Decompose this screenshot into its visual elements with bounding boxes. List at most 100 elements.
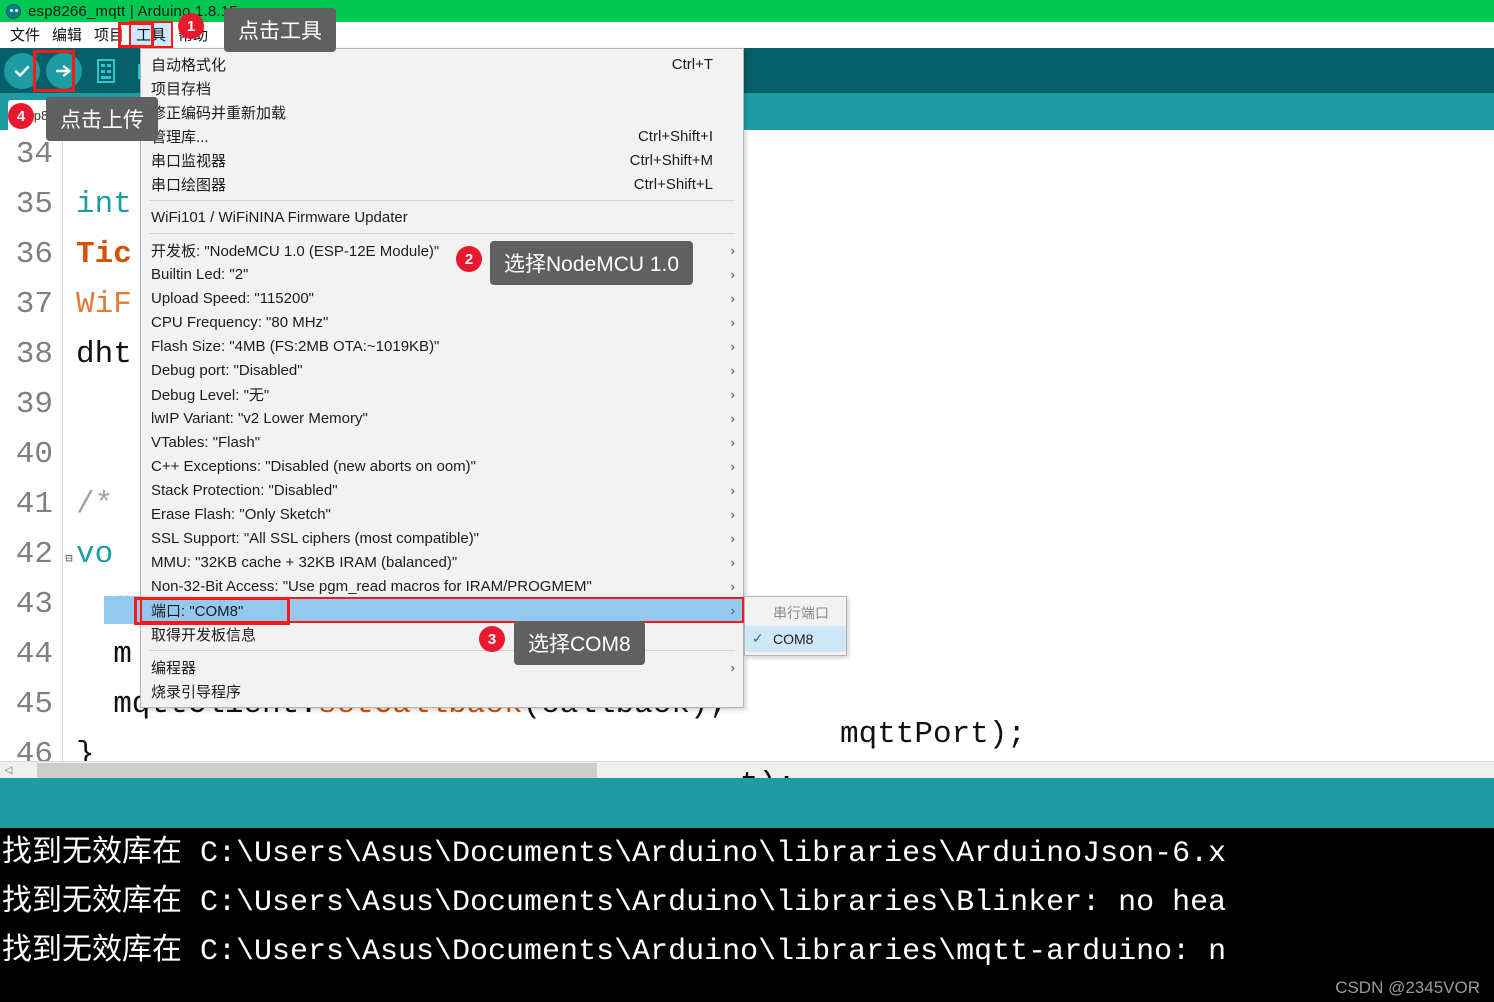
menu-item-label: lwIP Variant: "v2 Lower Memory" [151, 409, 368, 427]
highlight-box-tools-menu [118, 22, 154, 48]
menu-item[interactable]: Upload Speed: "115200" › [141, 286, 743, 310]
line-number: 37 [15, 287, 53, 322]
menu-item-label: 自动格式化 [151, 56, 227, 74]
checkmark-icon: ✓ [752, 630, 764, 646]
menu-item-file[interactable]: 文件 [4, 22, 46, 47]
menu-item[interactable]: 取得开发板信息 [141, 622, 743, 646]
menu-item[interactable]: Debug port: "Disabled" › [141, 358, 743, 382]
highlight-box-port-item [134, 597, 290, 625]
window-title: esp8266_mqtt | Arduino 1.8.15 [28, 2, 238, 20]
menu-item-label: 修正编码并重新加载 [151, 104, 287, 122]
menu-item[interactable]: VTables: "Flash" › [141, 430, 743, 454]
menu-item-label: Flash Size: "4MB (FS:2MB OTA:~1019KB)" [151, 337, 440, 355]
scroll-left-icon[interactable]: ◁ [0, 762, 17, 779]
menu-item-label: Erase Flash: "Only Sketch" [151, 505, 331, 523]
chevron-right-icon: › [730, 242, 735, 258]
line-number: 38 [15, 337, 53, 372]
menu-separator [149, 650, 735, 651]
console-line: 找到无效库在 C:\Users\Asus\Documents\Arduino\l… [2, 935, 1227, 969]
menu-item-label: CPU Frequency: "80 MHz" [151, 313, 329, 331]
chevron-right-icon: › [730, 362, 735, 378]
console-line: 找到无效库在 C:\Users\Asus\Documents\Arduino\l… [2, 837, 1227, 871]
menu-item-shortcut: Ctrl+T [671, 55, 713, 73]
line-number: 41 [15, 487, 53, 522]
menu-item-shortcut: Ctrl+Shift+M [629, 151, 713, 169]
menu-separator [149, 200, 735, 201]
menu-item-label: Non-32-Bit Access: "Use pgm_read macros … [151, 577, 592, 595]
menu-item[interactable]: 修正编码并重新加载 [141, 100, 743, 124]
badge-4: 4 [8, 103, 34, 129]
menu-item[interactable]: Non-32-Bit Access: "Use pgm_read macros … [141, 574, 743, 598]
line-number: 45 [15, 687, 53, 722]
menu-item-label: SSL Support: "All SSL ciphers (most comp… [151, 529, 480, 547]
chevron-right-icon: › [730, 506, 735, 522]
callout-2: 选择NodeMCU 1.0 [490, 241, 694, 285]
menu-item[interactable]: C++ Exceptions: "Disabled (new aborts on… [141, 454, 743, 478]
menu-item[interactable]: CPU Frequency: "80 MHz" › [141, 310, 743, 334]
menu-item[interactable]: 管理库... Ctrl+Shift+I [141, 124, 743, 148]
menu-item[interactable]: MMU: "32KB cache + 32KB IRAM (balanced)"… [141, 550, 743, 574]
menu-item[interactable]: WiFi101 / WiFiNINA Firmware Updater [141, 205, 743, 229]
port-submenu[interactable]: 串行端口 ✓ COM8 [744, 596, 847, 656]
watermark: CSDN @2345VOR [1335, 978, 1480, 997]
menu-item[interactable]: Debug Level: "无" › [141, 382, 743, 406]
console-line: 找到无效库在 C:\Users\Asus\Documents\Arduino\l… [2, 886, 1227, 920]
chevron-right-icon: › [730, 386, 735, 402]
code-text-overflow: mqttPort); [840, 717, 1027, 752]
menu-item-label: 串口绘图器 [151, 176, 227, 194]
code-text-overflow: t); [740, 760, 796, 778]
menu-item-label: Upload Speed: "115200" [151, 289, 315, 307]
scrollbar-thumb[interactable] [37, 762, 597, 778]
fold-toggle-icon[interactable]: ⊟ [62, 534, 76, 584]
line-number: 39 [15, 387, 53, 422]
menu-item-label: 编程器 [151, 659, 197, 677]
menu-item[interactable]: 项目存档 [141, 76, 743, 100]
chevron-right-icon: › [730, 314, 735, 330]
menu-item[interactable]: SSL Support: "All SSL ciphers (most comp… [141, 526, 743, 550]
callout-4: 点击上传 [46, 97, 158, 141]
menu-item-label: 项目存档 [151, 80, 212, 98]
new-button[interactable] [88, 53, 124, 89]
status-strip [0, 778, 1494, 828]
menu-item-label: 串口监视器 [151, 152, 227, 170]
menu-item[interactable]: 烧录引导程序 [141, 679, 743, 703]
chevron-right-icon: › [730, 410, 735, 426]
line-number: 42 [15, 537, 53, 572]
menu-item-label: Stack Protection: "Disabled" [151, 481, 338, 499]
menu-item-label: Debug Level: "无" [151, 386, 270, 404]
menu-item[interactable]: 串口绘图器 Ctrl+Shift+L [141, 172, 743, 196]
menu-item[interactable]: lwIP Variant: "v2 Lower Memory" › [141, 406, 743, 430]
console-output[interactable]: 找到无效库在 C:\Users\Asus\Documents\Arduino\l… [0, 828, 1494, 1002]
chevron-right-icon: › [730, 482, 735, 498]
menu-item-label: VTables: "Flash" [151, 433, 261, 451]
menu-item[interactable]: Stack Protection: "Disabled" › [141, 478, 743, 502]
menu-item-edit[interactable]: 编辑 [46, 22, 88, 47]
port-submenu-header: 串行端口 [773, 605, 829, 621]
menu-item[interactable]: Flash Size: "4MB (FS:2MB OTA:~1019KB)" › [141, 334, 743, 358]
chevron-right-icon: › [730, 602, 735, 618]
chevron-right-icon: › [730, 530, 735, 546]
chevron-right-icon: › [730, 578, 735, 594]
menu-item[interactable]: 串口监视器 Ctrl+Shift+M [141, 148, 743, 172]
port-submenu-item-com8[interactable]: ✓ COM8 [745, 626, 846, 652]
menu-item-label: MMU: "32KB cache + 32KB IRAM (balanced)" [151, 553, 458, 571]
chevron-right-icon: › [730, 266, 735, 282]
badge-2: 2 [456, 246, 482, 272]
menu-item-label: 烧录引导程序 [151, 683, 242, 701]
menu-item[interactable]: Erase Flash: "Only Sketch" › [141, 502, 743, 526]
line-number: 35 [15, 187, 53, 222]
line-number: 40 [15, 437, 53, 472]
chevron-right-icon: › [730, 290, 735, 306]
menu-item[interactable]: 自动格式化 Ctrl+T [141, 52, 743, 76]
callout-3: 选择COM8 [514, 621, 645, 665]
line-number: 44 [15, 637, 53, 672]
chevron-right-icon: › [730, 434, 735, 450]
chevron-right-icon: › [730, 554, 735, 570]
menu-item[interactable]: 编程器 › [141, 655, 743, 679]
line-number: 43 [15, 587, 53, 622]
port-submenu-item-label: COM8 [773, 631, 814, 647]
chevron-right-icon: › [730, 659, 735, 675]
chevron-right-icon: › [730, 338, 735, 354]
chevron-right-icon: › [730, 458, 735, 474]
menu-item-shortcut: Ctrl+Shift+I [637, 127, 713, 145]
